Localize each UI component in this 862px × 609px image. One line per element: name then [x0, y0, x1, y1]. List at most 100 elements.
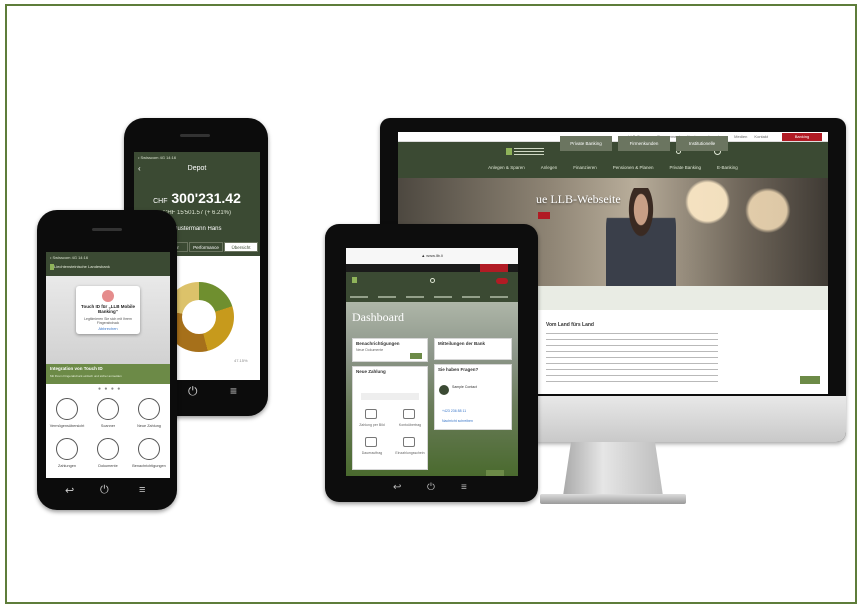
transfer-icon[interactable]	[403, 409, 415, 419]
login-label: Banking	[794, 134, 810, 139]
topbar-link[interactable]: Medien	[734, 134, 747, 139]
card-title: Neue Zahlung	[356, 369, 386, 374]
nav-item[interactable]: E-Banking	[717, 162, 738, 174]
login-screen: • Swisscom 4G 14:16 Liechtensteinische L…	[46, 252, 170, 478]
bank-name: Liechtensteinische Landesbank	[54, 264, 110, 269]
tile-private-banking[interactable]: Private Banking	[560, 136, 612, 151]
feedback-button[interactable]	[486, 470, 504, 476]
action-label: Kontoübertrag	[398, 423, 422, 427]
action-label: Zahlung per Bild	[359, 423, 385, 427]
amount-value: 300'231.42	[171, 190, 241, 206]
tile-label: Vermögensübersicht	[49, 424, 85, 428]
pie-chart-icon[interactable]	[56, 398, 78, 420]
llb-logo[interactable]	[506, 148, 512, 155]
contact-message-link[interactable]: Nachricht schreiben	[439, 419, 476, 423]
touch-id-dialog: Touch ID für „LLB Mobile Banking“ Legiti…	[76, 286, 140, 334]
dialog-subtitle: Legitimieren Sie sich mit Ihrem Fingerab…	[84, 317, 132, 325]
contact-phone[interactable]: +423 236 88 11	[439, 409, 469, 413]
currency-label: CHF	[153, 198, 168, 205]
banner-subtitle: Mit Ihrem Fingerabdruck einfach und sich…	[50, 374, 122, 378]
ipad-hw-buttons: ↩ ⏻ ≡	[325, 480, 538, 498]
body-text	[546, 330, 718, 382]
new-payment-card[interactable]: Neue Zahlung Zahlung per Bild Kontoübert…	[352, 366, 428, 470]
tab-performance[interactable]: Performance	[189, 242, 223, 252]
depot-amount: CHF 300'231.42	[134, 190, 260, 206]
action-label: Dauerauftrag	[361, 451, 383, 455]
menu-icon[interactable]: ≡	[461, 482, 467, 493]
nav-item[interactable]: Anlegen & Sparen	[488, 162, 525, 174]
search-icon[interactable]	[430, 278, 435, 283]
wallet-icon[interactable]	[138, 398, 160, 420]
depot-title: Depot	[187, 165, 207, 172]
tile-label: Dokumente	[98, 464, 118, 468]
nav-item[interactable]: Anlegen	[541, 162, 558, 174]
dialog-cancel-button[interactable]: Abbrechen	[76, 326, 140, 331]
tile-institutionelle[interactable]: Institutionelle	[676, 136, 728, 151]
power-icon[interactable]: ⏻	[427, 482, 435, 493]
contact-card: Sie haben Fragen? Sample Contact +423 23…	[434, 364, 512, 430]
fingerprint-icon	[102, 290, 114, 302]
body-title: Vom Land fürs Land	[546, 322, 594, 328]
banner-title: Integration von Touch ID	[50, 366, 103, 371]
nav-item[interactable]: Finanzieren	[573, 162, 597, 174]
payment-slip-icon[interactable]	[403, 437, 415, 447]
allocation-percent: 47.15%	[234, 358, 248, 363]
imac-stand	[563, 442, 663, 496]
menu-icon[interactable]: ≡	[230, 384, 237, 398]
payment-input[interactable]	[361, 393, 419, 400]
ipad-screen: ▲ www.llb.li Dashboard Benachrichtigunge…	[346, 248, 518, 476]
nav-item[interactable]: Pensionen & Planen	[613, 162, 654, 174]
camera-icon[interactable]	[365, 409, 377, 419]
tab-uebersicht[interactable]: Übersicht	[224, 242, 258, 252]
donut-hole	[182, 300, 216, 334]
count-badge	[410, 353, 422, 359]
back-icon[interactable]: ↩	[393, 482, 401, 493]
llb-logo[interactable]	[352, 277, 357, 283]
tile-label: Firmenkunden	[629, 141, 659, 146]
toggle-switch[interactable]	[496, 278, 508, 284]
book-icon[interactable]	[97, 438, 119, 460]
browser-url-bar[interactable]: ▲ www.llb.li	[346, 248, 518, 264]
status-bar: • Swisscom 4G 14:16	[138, 155, 177, 160]
tile-label: Scanner	[100, 424, 116, 428]
clock-icon[interactable]	[138, 438, 160, 460]
tile-label: Institutionelle	[688, 141, 716, 146]
power-icon[interactable]: ⏻	[100, 484, 109, 497]
card-title: Benachrichtigungen	[356, 341, 400, 346]
action-label: Einzahlungsschein	[395, 451, 425, 455]
login-button[interactable]: Banking	[782, 133, 822, 141]
login-hw-buttons: ↩ ⏻ ≡	[37, 482, 177, 500]
standing-order-icon[interactable]	[365, 437, 377, 447]
hero-title: ue LLB-Webseite	[536, 192, 621, 206]
login-button[interactable]	[480, 264, 508, 272]
contact-name: Sample Contact	[452, 385, 477, 389]
tile-label: Private Banking	[570, 141, 602, 146]
ipad-nav	[346, 292, 518, 302]
tile-label: Benachrichtigungen	[132, 464, 166, 468]
back-icon[interactable]: ↩	[65, 484, 74, 497]
card-title: Mitteilungen der Bank	[438, 341, 486, 346]
card-line: Neue Dokumente	[356, 348, 384, 352]
website-nav: Anlegen & Sparen Anlegen Finanzieren Pen…	[398, 162, 828, 174]
menu-icon[interactable]: ≡	[139, 484, 145, 496]
tile-firmenkunden[interactable]: Firmenkunden	[618, 136, 670, 151]
avatar	[439, 385, 449, 395]
payments-icon[interactable]	[56, 438, 78, 460]
status-bar: • Swisscom 4G 14:16	[50, 255, 89, 260]
hero-button[interactable]	[538, 212, 550, 219]
nav-item[interactable]: Private Banking	[670, 162, 702, 174]
camera-icon[interactable]	[97, 398, 119, 420]
phone-speaker	[92, 228, 122, 231]
card-title: Sie haben Fragen?	[438, 367, 479, 372]
carousel-dots[interactable]: ● ● ● ●	[98, 386, 121, 392]
phone-speaker	[180, 134, 210, 137]
bank-messages-card[interactable]: Mitteilungen der Bank	[434, 338, 512, 360]
website-topbar: LLB-Gruppe Engagement Karriere Investore…	[398, 132, 828, 142]
feedback-button[interactable]	[800, 376, 820, 384]
topbar-link[interactable]: Kontakt	[754, 134, 768, 139]
llb-logo-text	[514, 148, 544, 155]
dashboard-title: Dashboard	[352, 310, 404, 324]
power-icon[interactable]: ⏻	[188, 384, 198, 399]
dialog-title: Touch ID für „LLB Mobile Banking“	[81, 304, 135, 314]
imac-foot	[540, 494, 686, 504]
